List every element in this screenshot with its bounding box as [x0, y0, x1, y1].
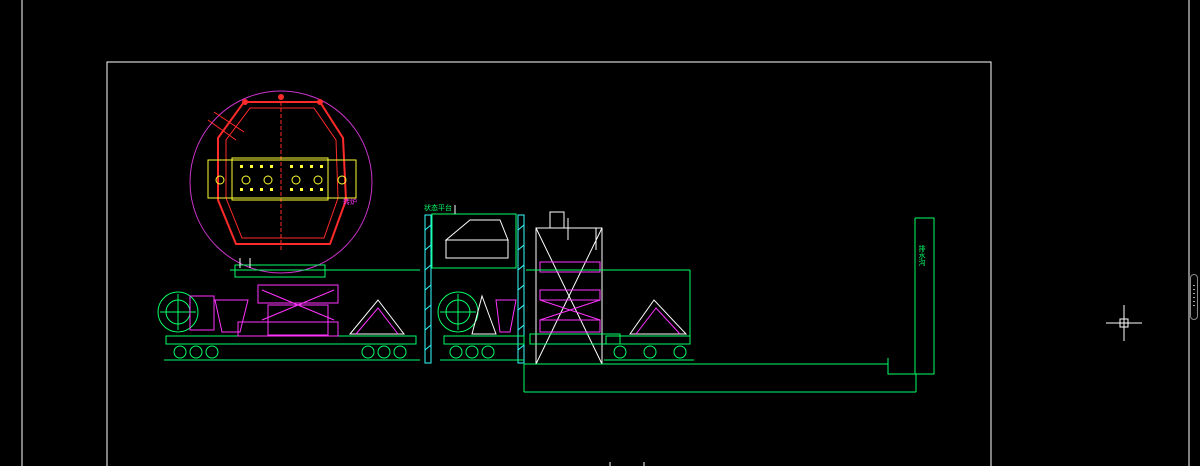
platform-label: 状态平台 — [424, 203, 452, 212]
left-car-assembly — [157, 258, 420, 361]
hatched-column-right — [517, 214, 525, 364]
crosshair-cursor-icon — [1106, 305, 1142, 341]
hatched-column-left — [424, 214, 432, 364]
drain-vertical-label: 排水沟 — [918, 244, 926, 267]
sheet-border — [21, 0, 1190, 466]
cad-drawing-canvas[interactable]: 转炉 状态平台 排水沟 — [0, 0, 1200, 466]
right-car-assembly — [604, 270, 694, 361]
platform-structure: 状态平台 — [424, 203, 517, 269]
middle-car-assembly — [437, 291, 525, 361]
vertical-scrollbar-icon[interactable] — [1190, 274, 1198, 320]
bottom-tick-marks — [609, 462, 645, 466]
tower-hoist — [526, 211, 690, 365]
converter-tag-label: 转炉 — [343, 197, 357, 206]
converter-vessel: 转炉 — [189, 90, 373, 274]
